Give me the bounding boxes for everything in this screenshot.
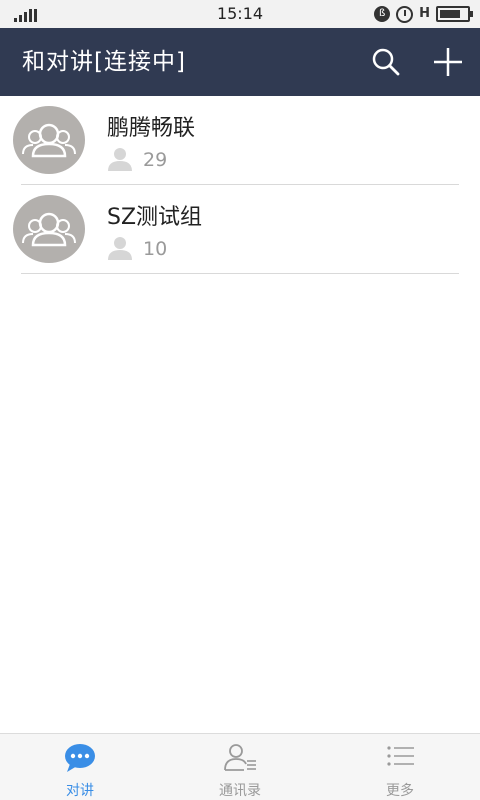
search-button[interactable] (366, 42, 406, 82)
bottom-tab-bar: 对讲 通讯录 更多 (0, 733, 480, 800)
status-icons: ß H (374, 5, 473, 23)
group-list-item[interactable]: SZ测试组 10 (0, 185, 480, 274)
search-icon (372, 48, 400, 76)
battery-icon (436, 6, 473, 22)
group-list-item[interactable]: 鹏腾畅联 29 (0, 96, 480, 185)
tab-label: 更多 (386, 783, 414, 799)
group-avatar-icon (13, 106, 85, 174)
add-button[interactable] (428, 42, 468, 82)
battery-level-fill (440, 10, 460, 18)
group-name: SZ测试组 (107, 205, 203, 230)
group-list: 鹏腾畅联 29 SZ测试组 10 (0, 96, 480, 274)
member-person-icon (107, 236, 133, 260)
screen: 15:14 ß H 和对讲[连接中] 鹏腾畅联 29 SZ测试组 10 对讲 通… (0, 0, 480, 800)
tab-more[interactable]: 更多 (320, 734, 480, 800)
network-type-indicator: H (419, 6, 430, 21)
tab-intercom[interactable]: 对讲 (0, 734, 160, 800)
status-bar: 15:14 ß H (0, 0, 480, 28)
list-divider (21, 273, 459, 274)
member-person-icon (107, 147, 133, 171)
member-count: 29 (143, 149, 168, 171)
member-count: 10 (143, 238, 168, 260)
chat-bubble-icon (62, 742, 98, 774)
tab-contacts[interactable]: 通讯录 (160, 734, 320, 800)
group-name: 鹏腾畅联 (107, 116, 196, 141)
page-title: 和对讲[连接中] (22, 49, 186, 75)
contacts-icon (222, 742, 258, 774)
tab-label: 通讯录 (219, 783, 261, 799)
tab-label: 对讲 (66, 783, 94, 799)
app-header: 和对讲[连接中] (0, 28, 480, 96)
alarm-icon (396, 5, 414, 23)
bluetooth-icon: ß (374, 6, 391, 22)
list-menu-icon (382, 742, 418, 774)
group-avatar-icon (13, 195, 85, 263)
add-icon (434, 48, 462, 76)
